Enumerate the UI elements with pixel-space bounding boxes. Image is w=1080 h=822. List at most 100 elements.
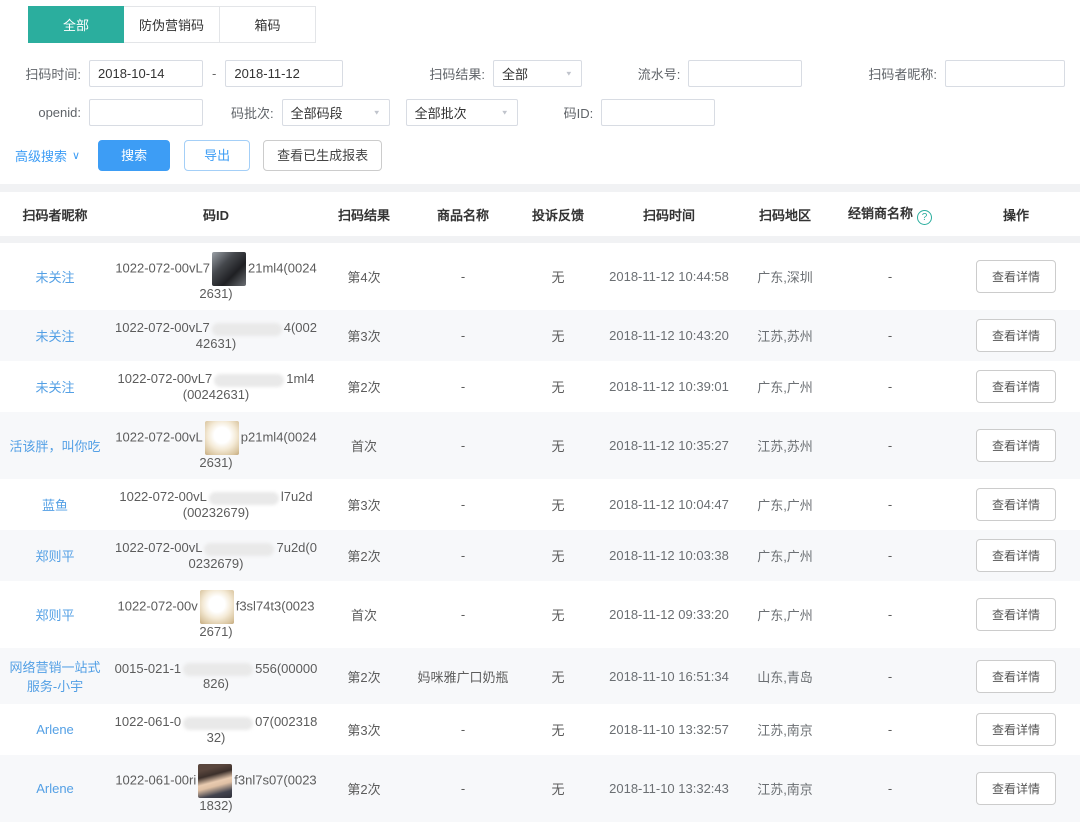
cell-scan-time: 2018-11-10 13:32:57 [596,704,742,755]
scan-result-label: 扫码结果: [429,64,485,83]
code-mask [183,663,253,676]
cell-product-name: - [406,704,520,755]
scanner-nickname-link[interactable]: 未关注 [35,270,74,285]
scanner-nickname-link[interactable]: 未关注 [35,329,74,344]
cell-complaint-feedback: 无 [520,530,596,581]
code-mask [214,374,284,387]
cell-scan-time: 2018-11-12 10:39:01 [596,361,742,412]
scanner-nickname-link[interactable]: 郑则平 [35,549,74,564]
chevron-down-icon: ▼ [501,109,509,116]
cell-operation: 查看详情 [952,755,1080,822]
code-id-prefix: 1022-072-00v [117,598,197,613]
scanner-nickname-link[interactable]: Arlene [36,722,74,737]
scanner-nickname-link[interactable]: 网络营销一站式服务-小宇 [9,660,100,694]
code-mask [198,764,232,798]
cell-distributor-name: - [828,530,952,581]
view-detail-button[interactable]: 查看详情 [976,260,1056,293]
table-body: 未关注 1022-072-00vL721ml4(00242631) 第4次 - … [0,240,1080,822]
scanner-nickname-link[interactable]: 蓝鱼 [42,498,68,513]
date-from-input[interactable] [89,60,203,87]
cell-scan-time: 2018-11-12 10:04:47 [596,479,742,530]
advanced-search-link[interactable]: 高级搜索 ∨ [15,146,80,165]
cell-scanner-nickname: 未关注 [0,240,110,311]
cell-scan-region: 广东,广州 [742,581,828,648]
code-mask [183,717,253,730]
scan-time-label: 扫码时间: [15,64,81,83]
chevron-down-icon: ∨ [72,149,80,162]
code-id-prefix: 1022-061-00ri [115,772,196,787]
cell-code-id: 0015-021-1556(00000826) [110,648,322,704]
cell-scan-result: 第4次 [322,240,406,311]
view-detail-button[interactable]: 查看详情 [976,488,1056,521]
cell-distributor-name: - [828,648,952,704]
view-detail-button[interactable]: 查看详情 [976,319,1056,352]
search-button[interactable]: 搜索 [98,140,170,171]
cell-complaint-feedback: 无 [520,755,596,822]
view-detail-button[interactable]: 查看详情 [976,772,1056,805]
scanner-nickname-link[interactable]: 未关注 [35,380,74,395]
cell-code-id: 1022-061-00rif3nl7s07(00231832) [110,755,322,822]
cell-operation: 查看详情 [952,240,1080,311]
tab-anti-counterfeit-code[interactable]: 防伪营销码 [124,6,220,43]
openid-input[interactable] [89,99,203,126]
cell-scanner-nickname: 活该胖，叫你吃 [0,412,110,479]
header-scan-result: 扫码结果 [322,192,406,240]
cell-scan-region: 广东,广州 [742,361,828,412]
cell-operation: 查看详情 [952,530,1080,581]
code-segment-select[interactable]: 全部码段 ▼ [282,99,390,126]
code-id-prefix: 1022-072-00vL7 [118,371,213,386]
view-detail-button[interactable]: 查看详情 [976,429,1056,462]
view-detail-button[interactable]: 查看详情 [976,598,1056,631]
scanner-nickname-link[interactable]: Arlene [36,781,74,796]
export-button[interactable]: 导出 [184,140,250,171]
cell-product-name: - [406,755,520,822]
cell-distributor-name: - [828,581,952,648]
cell-code-id: 1022-072-00vLp21ml4(00242631) [110,412,322,479]
cell-code-id: 1022-072-00vL71ml4(00242631) [110,361,322,412]
scanner-nickname-input[interactable] [945,60,1065,87]
view-detail-button[interactable]: 查看详情 [976,539,1056,572]
code-id-input[interactable] [601,99,715,126]
code-id-label: 码ID: [564,103,594,122]
cell-product-name: - [406,240,520,311]
code-id-prefix: 0015-021-1 [115,661,182,676]
tab-box-code[interactable]: 箱码 [220,6,316,43]
scan-result-select[interactable]: 全部 ▼ [493,60,582,87]
openid-label: openid: [15,105,81,120]
table-row: 蓝鱼 1022-072-00vLl7u2d(00232679) 第3次 - 无 … [0,479,1080,530]
filter-row-2: openid: 码批次: 全部码段 ▼ 全部批次 ▼ 码ID: [15,99,1065,126]
cell-scanner-nickname: 郑则平 [0,530,110,581]
header-scanner-nickname: 扫码者昵称 [0,192,110,240]
date-to-input[interactable] [225,60,343,87]
cell-scan-region: 江苏,南京 [742,704,828,755]
view-detail-button[interactable]: 查看详情 [976,713,1056,746]
cell-product-name: - [406,581,520,648]
table-row: 网络营销一站式服务-小宇 0015-021-1556(00000826) 第2次… [0,648,1080,704]
scanner-nickname-link[interactable]: 活该胖，叫你吃 [9,439,100,454]
advanced-search-label: 高级搜索 [15,146,67,165]
section-divider [0,184,1080,192]
batch-select[interactable]: 全部批次 ▼ [406,99,518,126]
code-mask [205,421,239,455]
header-operation: 操作 [952,192,1080,240]
cell-scanner-nickname: 未关注 [0,361,110,412]
scanner-nickname-link[interactable]: 郑则平 [35,608,74,623]
cell-scan-region: 广东,深圳 [742,240,828,311]
help-icon[interactable]: ? [917,210,932,225]
cell-code-id: 1022-061-007(00231832) [110,704,322,755]
cell-operation: 查看详情 [952,361,1080,412]
header-complaint-feedback: 投诉反馈 [520,192,596,240]
code-id-prefix: 1022-061-0 [115,714,182,729]
cell-distributor-name: - [828,479,952,530]
serial-number-input[interactable] [688,60,802,87]
cell-scan-time: 2018-11-12 10:03:38 [596,530,742,581]
view-detail-button[interactable]: 查看详情 [976,370,1056,403]
table-row: 未关注 1022-072-00vL721ml4(00242631) 第4次 - … [0,240,1080,311]
cell-scan-result: 首次 [322,412,406,479]
table-row: 郑则平 1022-072-00vf3sl74t3(00232671) 首次 - … [0,581,1080,648]
cell-scan-region: 广东,广州 [742,479,828,530]
view-detail-button[interactable]: 查看详情 [976,660,1056,693]
cell-code-id: 1022-072-00vL7u2d(00232679) [110,530,322,581]
view-generated-reports-button[interactable]: 查看已生成报表 [263,140,382,171]
tab-all[interactable]: 全部 [28,6,124,43]
